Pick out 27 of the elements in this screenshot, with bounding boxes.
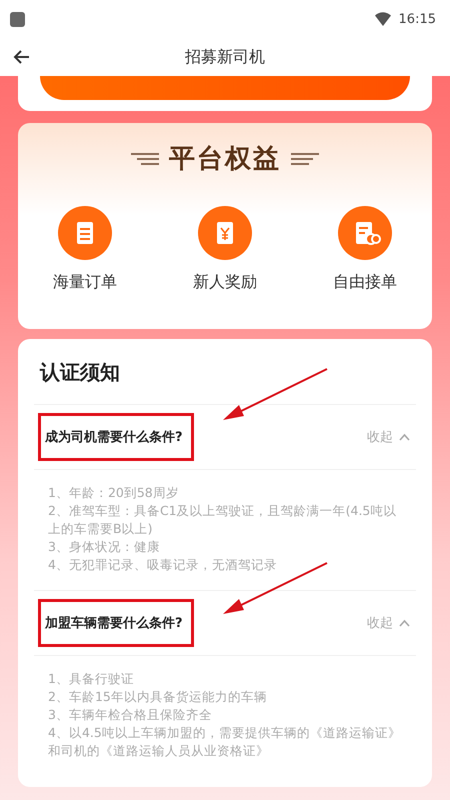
- collapse-toggle[interactable]: 收起: [367, 428, 410, 446]
- document-icon: [338, 206, 392, 260]
- faq-answer-line: 4、无犯罪记录、吸毒记录，无酒驾记录: [48, 556, 278, 574]
- collapse-toggle[interactable]: 收起: [367, 614, 410, 632]
- voucher-icon: [198, 206, 252, 260]
- document-icon: [58, 206, 112, 260]
- benefit-label: 海量订单: [53, 272, 117, 293]
- faq-answer-line: 4、以4.5吨以上车辆加盟的，需要提供车辆的《道路运输证》和司机的《道路运输人员从业资格证》: [48, 724, 402, 760]
- notice-title: 认证须知: [34, 339, 416, 405]
- speed-lines-icon: [131, 150, 159, 166]
- signup-button[interactable]: [40, 76, 410, 100]
- status-time: 16:15: [398, 12, 436, 26]
- faq-question: 成为司机需要什么条件?: [38, 413, 194, 461]
- benefit-label: 新人奖励: [193, 272, 257, 293]
- faq-answer-line: 2、车龄15年以内具备货运能力的车辆: [48, 688, 268, 706]
- faq-answer-line: 3、车辆年检合格且保险齐全: [48, 706, 213, 724]
- faq-answer-line: 3、身体状况：健康: [48, 538, 161, 556]
- page-title: 招募新司机: [185, 46, 265, 68]
- faq-answer-line: 2、准驾车型：具备C1及以上驾驶证，且驾龄满一年(4.5吨以上的车需要B以上): [48, 502, 398, 538]
- faq-answer-line: 1、年龄：20到58周岁: [48, 484, 180, 502]
- benefits-title: 平台权益: [169, 143, 281, 176]
- faq-question: 加盟车辆需要什么条件?: [38, 599, 194, 647]
- benefit-label: 自由接单: [333, 272, 397, 293]
- wifi-icon: [374, 12, 391, 26]
- notification-icon: [10, 12, 25, 26]
- faq-answer-line: 1、具备行驶证: [48, 670, 135, 688]
- speed-lines-icon: [291, 150, 319, 166]
